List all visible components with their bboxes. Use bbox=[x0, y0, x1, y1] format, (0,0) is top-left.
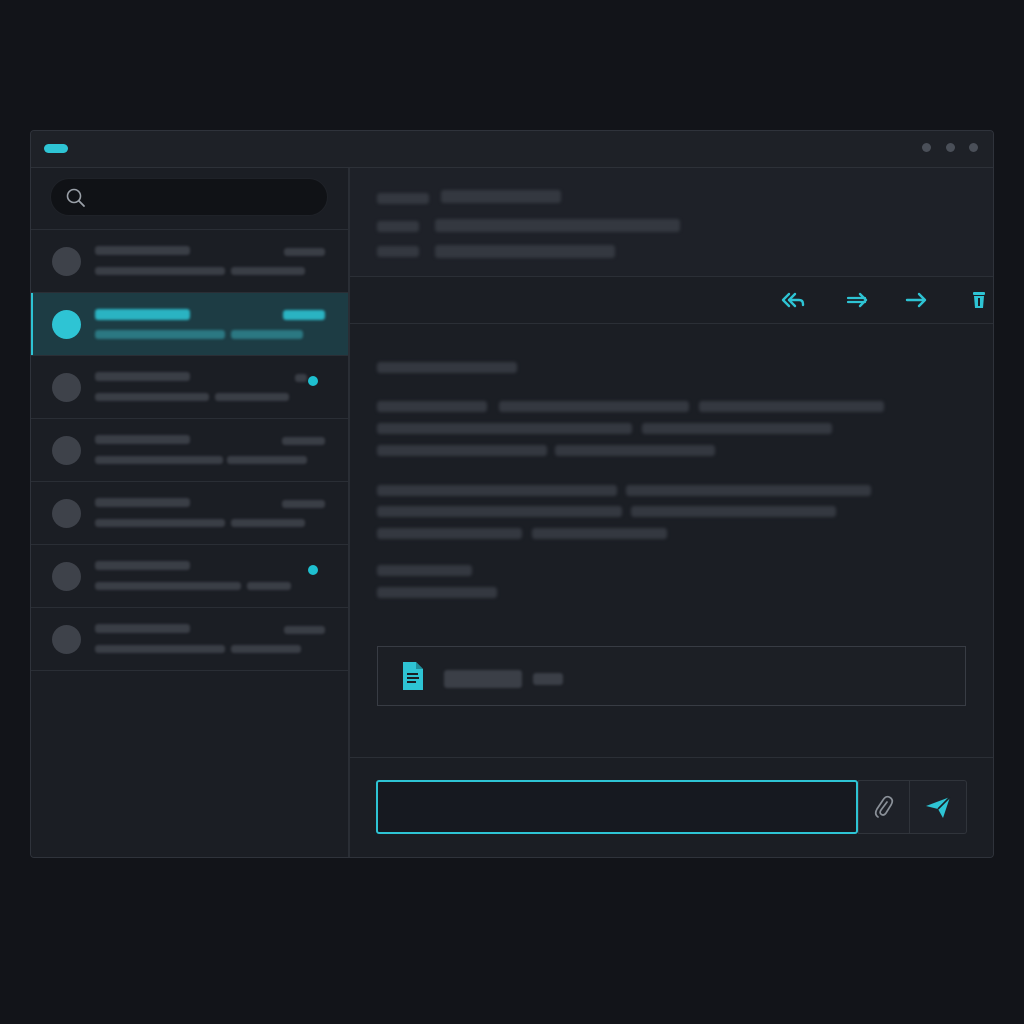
greeting-placeholder bbox=[377, 362, 517, 373]
reply-input[interactable] bbox=[376, 780, 858, 834]
list-item[interactable] bbox=[31, 607, 348, 671]
preview-placeholder bbox=[231, 645, 301, 653]
sender-placeholder bbox=[95, 561, 190, 570]
date-placeholder bbox=[295, 374, 307, 382]
date-placeholder bbox=[284, 626, 325, 634]
title-bar bbox=[31, 131, 993, 168]
sender-placeholder bbox=[95, 498, 190, 507]
attachment-card[interactable] bbox=[377, 646, 966, 706]
sender-placeholder bbox=[95, 246, 190, 255]
conversation-list bbox=[31, 229, 348, 671]
sender-placeholder bbox=[95, 309, 190, 320]
text-placeholder bbox=[377, 528, 522, 539]
signoff-placeholder bbox=[377, 565, 472, 576]
preview-placeholder bbox=[231, 267, 305, 275]
app-logo bbox=[44, 144, 68, 153]
delete-button[interactable] bbox=[966, 289, 992, 311]
forward-icon bbox=[905, 292, 927, 308]
message-view-pane bbox=[350, 168, 993, 857]
attach-button[interactable] bbox=[858, 780, 910, 834]
preview-placeholder bbox=[95, 330, 225, 339]
send-icon bbox=[926, 796, 951, 818]
from-label-placeholder bbox=[377, 193, 429, 204]
sender-placeholder bbox=[95, 624, 190, 633]
reply-area bbox=[350, 757, 993, 857]
text-placeholder bbox=[377, 445, 547, 456]
date-placeholder bbox=[283, 310, 325, 320]
text-placeholder bbox=[626, 485, 871, 496]
preview-placeholder bbox=[231, 519, 305, 527]
preview-placeholder bbox=[227, 456, 307, 464]
search-icon bbox=[65, 187, 87, 213]
to-label-placeholder bbox=[377, 221, 419, 232]
search-bar[interactable] bbox=[50, 178, 328, 217]
maximize-button[interactable] bbox=[946, 143, 955, 152]
subject-placeholder bbox=[435, 245, 615, 258]
reply-all-icon bbox=[781, 292, 805, 308]
document-icon bbox=[401, 661, 425, 695]
app-window bbox=[30, 130, 994, 858]
sender-name-placeholder bbox=[441, 190, 561, 203]
avatar bbox=[52, 310, 81, 339]
avatar bbox=[52, 562, 81, 591]
avatar bbox=[52, 436, 81, 465]
text-placeholder bbox=[555, 445, 715, 456]
message-toolbar bbox=[350, 277, 993, 324]
list-item[interactable] bbox=[31, 355, 348, 418]
recipient-placeholder bbox=[435, 219, 680, 232]
unread-indicator bbox=[308, 376, 318, 386]
preview-placeholder bbox=[231, 330, 303, 339]
text-placeholder bbox=[377, 485, 617, 496]
subject-label-placeholder bbox=[377, 246, 419, 257]
text-placeholder bbox=[532, 528, 667, 539]
text-placeholder bbox=[642, 423, 832, 434]
message-list-pane bbox=[31, 168, 350, 857]
list-item[interactable] bbox=[31, 292, 348, 355]
attachment-size-placeholder bbox=[533, 673, 563, 685]
search-input[interactable] bbox=[95, 179, 315, 217]
preview-placeholder bbox=[95, 645, 225, 653]
attachment-name-placeholder bbox=[444, 670, 522, 688]
preview-placeholder bbox=[215, 393, 289, 401]
message-header bbox=[350, 168, 993, 277]
send-button[interactable] bbox=[910, 780, 967, 834]
date-placeholder bbox=[284, 248, 325, 256]
sender-placeholder bbox=[95, 435, 190, 444]
preview-placeholder bbox=[95, 393, 209, 401]
minimize-button[interactable] bbox=[922, 143, 931, 152]
preview-placeholder bbox=[95, 582, 241, 590]
text-placeholder bbox=[377, 506, 622, 517]
paperclip-icon bbox=[874, 795, 894, 818]
list-item[interactable] bbox=[31, 481, 348, 544]
text-placeholder bbox=[499, 401, 689, 412]
preview-placeholder bbox=[95, 456, 223, 464]
reply-icon bbox=[846, 292, 868, 308]
text-placeholder bbox=[377, 423, 632, 434]
list-item[interactable] bbox=[31, 544, 348, 607]
date-placeholder bbox=[282, 500, 325, 508]
preview-placeholder bbox=[247, 582, 291, 590]
date-placeholder bbox=[282, 437, 325, 445]
text-placeholder bbox=[377, 401, 487, 412]
list-item[interactable] bbox=[31, 229, 348, 292]
close-button[interactable] bbox=[969, 143, 978, 152]
text-placeholder bbox=[699, 401, 884, 412]
sender-placeholder bbox=[95, 372, 190, 381]
avatar bbox=[52, 373, 81, 402]
avatar bbox=[52, 499, 81, 528]
unread-indicator bbox=[308, 565, 318, 575]
signature-placeholder bbox=[377, 587, 497, 598]
avatar bbox=[52, 247, 81, 276]
avatar bbox=[52, 625, 81, 654]
trash-icon bbox=[973, 292, 985, 308]
reply-all-button[interactable] bbox=[780, 289, 806, 311]
text-placeholder bbox=[631, 506, 836, 517]
list-item[interactable] bbox=[31, 418, 348, 481]
forward-button[interactable] bbox=[904, 289, 930, 311]
preview-placeholder bbox=[95, 519, 225, 527]
reply-button[interactable] bbox=[845, 289, 871, 311]
preview-placeholder bbox=[95, 267, 225, 275]
